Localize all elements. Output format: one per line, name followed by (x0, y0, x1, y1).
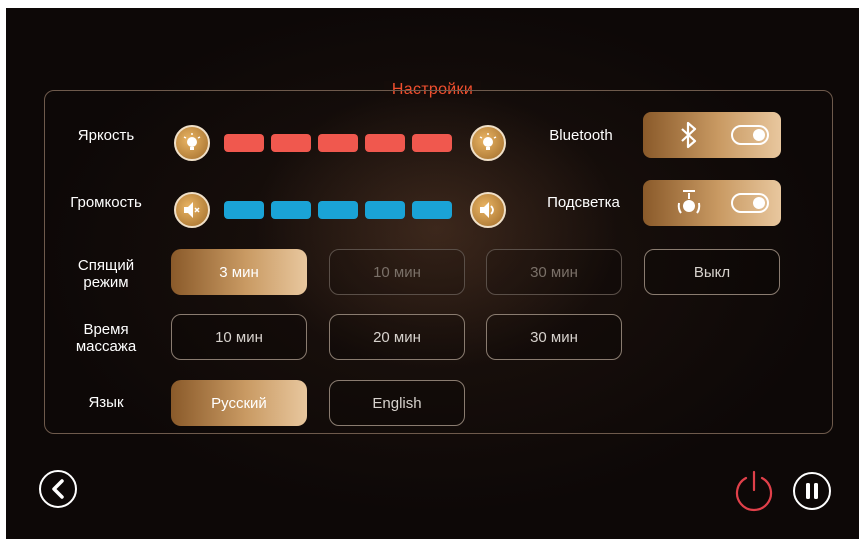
language-option-english[interactable]: English (329, 380, 465, 426)
massage-time-label: Время массажа (56, 321, 156, 355)
bulb-icon (479, 133, 497, 150)
backlight-toggle-card[interactable] (643, 180, 781, 226)
bluetooth-switch[interactable] (731, 125, 769, 145)
volume-bar-segment (365, 201, 405, 219)
massage-option-20min[interactable]: 20 мин (329, 314, 465, 360)
sleep-option-30min[interactable]: 30 мин (486, 249, 622, 295)
bluetooth-label: Bluetooth (549, 127, 613, 144)
bluetooth-toggle-card[interactable] (643, 112, 781, 158)
backlight-label: Подсветка (547, 194, 620, 211)
backlight-switch[interactable] (731, 193, 769, 213)
brightness-bar-segment (365, 134, 405, 152)
back-button[interactable] (39, 470, 77, 508)
sleep-mode-label-line2: режим (83, 274, 129, 291)
brightness-bar-segment (412, 134, 452, 152)
volume-bar-segment (271, 201, 311, 219)
power-button[interactable] (731, 468, 777, 514)
massage-option-30min[interactable]: 30 мин (486, 314, 622, 360)
massage-time-label-line2: массажа (75, 338, 137, 355)
brightness-up-button[interactable] (470, 125, 506, 161)
massage-option-10min[interactable]: 10 мин (171, 314, 307, 360)
speaker-icon (480, 202, 494, 218)
brightness-bar-segment (224, 134, 264, 152)
pause-icon (806, 483, 818, 499)
sleep-mode-label: Спящий режим (56, 257, 156, 291)
sleep-mode-label-line1: Спящий (77, 257, 135, 274)
sleep-option-3min[interactable]: 3 мин (171, 249, 307, 295)
pause-button[interactable] (793, 472, 831, 510)
language-label: Язык (88, 394, 124, 411)
volume-mute-button[interactable] (174, 192, 210, 228)
sleep-option-off[interactable]: Выкл (644, 249, 780, 295)
volume-bar-segment (412, 201, 452, 219)
bluetooth-icon (681, 121, 697, 149)
language-option-russian[interactable]: Русский (171, 380, 307, 426)
sleep-option-10min[interactable]: 10 мин (329, 249, 465, 295)
brightness-bar-segment (318, 134, 358, 152)
massage-time-label-line1: Время (83, 321, 129, 338)
bulb-icon (183, 133, 201, 150)
volume-bar-segment (318, 201, 358, 219)
brightness-down-button[interactable] (174, 125, 210, 161)
volume-label: Громкость (70, 194, 142, 211)
brightness-bar-segment (271, 134, 311, 152)
volume-bar-segment (224, 201, 264, 219)
settings-screen: Настройки Яркость Bluetooth Громкость По… (6, 8, 859, 539)
speaker-mute-icon (184, 202, 200, 218)
lamp-icon (677, 190, 701, 214)
brightness-label: Яркость (77, 127, 135, 144)
volume-up-button[interactable] (470, 192, 506, 228)
chevron-left-icon (52, 479, 64, 499)
